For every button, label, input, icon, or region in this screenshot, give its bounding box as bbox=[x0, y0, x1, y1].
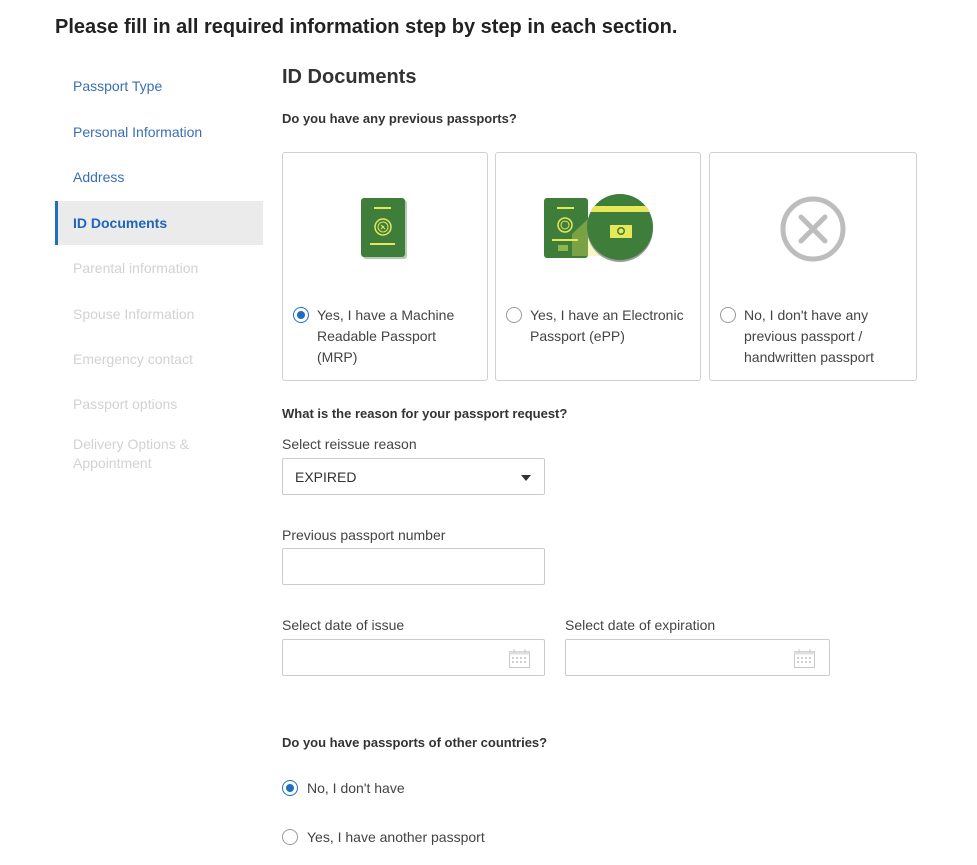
previous-passport-number-input[interactable] bbox=[282, 548, 545, 585]
chevron-down-icon bbox=[521, 475, 531, 481]
radio-button-checked[interactable] bbox=[293, 307, 309, 323]
option-card-no-passport[interactable]: No, I don't have any previous passport /… bbox=[709, 152, 917, 381]
date-of-expiration-label: Select date of expiration bbox=[565, 617, 716, 633]
radio-yes-other-passport[interactable]: Yes, I have another passport bbox=[282, 829, 485, 845]
radio-no-other-passport[interactable]: No, I don't have bbox=[282, 780, 405, 796]
other-countries-question: Do you have passports of other countries… bbox=[282, 735, 548, 750]
calendar-icon[interactable] bbox=[794, 649, 815, 668]
option-label: Yes, I have a Machine Readable Passport … bbox=[317, 307, 455, 365]
date-of-issue-input[interactable] bbox=[282, 639, 545, 676]
option-card-epp[interactable]: Yes, I have an Electronic Passport (ePP) bbox=[495, 152, 701, 381]
reissue-reason-value: EXPIRED bbox=[295, 469, 357, 485]
option-label: No, I don't have any previous passport /… bbox=[744, 307, 874, 365]
previous-passports-question: Do you have any previous passports? bbox=[282, 111, 517, 126]
previous-passport-number-label: Previous passport number bbox=[282, 527, 446, 543]
reissue-reason-select[interactable]: EXPIRED bbox=[282, 458, 545, 495]
nav-item-delivery-options: Delivery Options & Appointment bbox=[73, 436, 189, 471]
nav-item-passport-options: Passport options bbox=[73, 396, 178, 412]
nav-item-emergency-contact: Emergency contact bbox=[73, 351, 193, 367]
nav-item-address[interactable]: Address bbox=[55, 169, 124, 185]
reason-question: What is the reason for your passport req… bbox=[282, 406, 568, 421]
option-label: No, I don't have bbox=[307, 780, 405, 796]
date-of-issue-label: Select date of issue bbox=[282, 617, 405, 633]
radio-mrp[interactable]: Yes, I have a Machine Readable Passport … bbox=[293, 305, 479, 368]
nav-item-id-documents[interactable]: ID Documents bbox=[55, 201, 263, 245]
nav-item-passport-type[interactable]: Passport Type bbox=[55, 78, 162, 94]
reissue-reason-label: Select reissue reason bbox=[282, 436, 417, 452]
option-label: Yes, I have an Electronic Passport (ePP) bbox=[530, 307, 684, 344]
nav-item-spouse-information: Spouse Information bbox=[73, 306, 195, 322]
section-title: ID Documents bbox=[282, 66, 417, 88]
radio-epp[interactable]: Yes, I have an Electronic Passport (ePP) bbox=[506, 305, 692, 347]
no-passport-icon bbox=[780, 196, 846, 262]
option-card-mrp[interactable]: Yes, I have a Machine Readable Passport … bbox=[282, 152, 488, 381]
nav-item-parental-information: Parental information bbox=[73, 260, 199, 276]
radio-button-checked[interactable] bbox=[282, 780, 298, 796]
option-label: Yes, I have another passport bbox=[307, 829, 485, 845]
electronic-passport-icon bbox=[544, 194, 653, 262]
radio-button[interactable] bbox=[282, 829, 298, 845]
radio-button[interactable] bbox=[720, 307, 736, 323]
nav-item-personal-information[interactable]: Personal Information bbox=[55, 124, 202, 140]
date-of-expiration-input[interactable] bbox=[565, 639, 830, 676]
mrp-passport-icon bbox=[361, 198, 407, 259]
radio-no-passport[interactable]: No, I don't have any previous passport /… bbox=[720, 305, 908, 368]
page-heading: Please fill in all required information … bbox=[55, 16, 678, 38]
calendar-icon[interactable] bbox=[509, 649, 530, 668]
radio-button[interactable] bbox=[506, 307, 522, 323]
